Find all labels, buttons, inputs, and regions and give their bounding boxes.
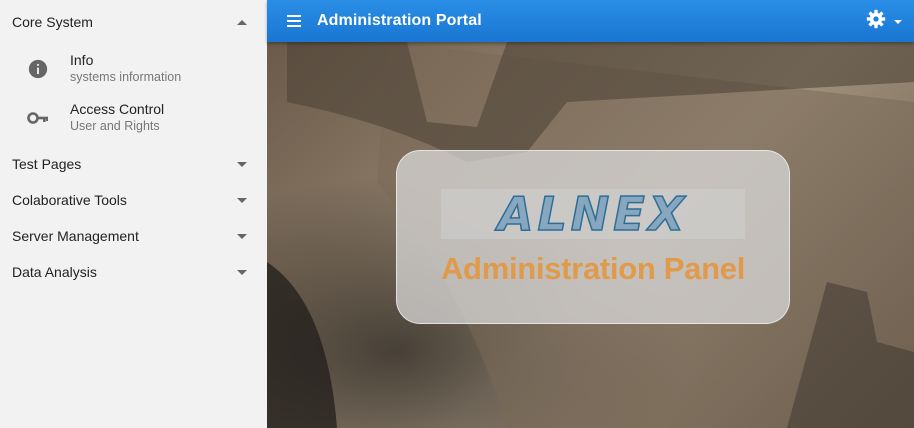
caret-down-icon (237, 269, 247, 275)
page-title: Administration Portal (317, 12, 482, 29)
admin-panel-card: ALNEX Administration Panel (396, 150, 790, 324)
caret-up-icon (237, 19, 247, 25)
caret-down-icon (237, 233, 247, 239)
menu-icon[interactable] (283, 9, 307, 33)
sidebar: Core System Info systems information Acc… (0, 0, 267, 428)
caret-down-icon (237, 197, 247, 203)
panel-title: Administration Panel (440, 251, 746, 286)
sidebar-section-label: Server Management (12, 228, 139, 244)
sidebar-section-data-analysis[interactable]: Data Analysis (0, 254, 267, 290)
caret-down-icon (237, 161, 247, 167)
sidebar-section-core-system[interactable]: Core System (0, 0, 267, 44)
logo: ALNEX (441, 186, 745, 242)
sidebar-item-label: Access Control (70, 101, 165, 117)
sidebar-section-server-management[interactable]: Server Management (0, 218, 267, 254)
info-icon (26, 57, 50, 81)
logo-text: ALNEX (497, 186, 689, 242)
main-content: ALNEX Administration Panel (267, 42, 914, 428)
sidebar-section-test-pages[interactable]: Test Pages (0, 146, 267, 182)
key-icon (26, 106, 50, 130)
sidebar-section-label: Core System (12, 14, 93, 30)
sidebar-section-label: Data Analysis (12, 264, 97, 280)
settings-menu-button[interactable] (866, 9, 902, 34)
sidebar-item-info[interactable]: Info systems information (0, 44, 267, 93)
chevron-down-icon (894, 19, 902, 24)
gear-icon (866, 9, 886, 34)
sidebar-section-label: Test Pages (12, 156, 82, 172)
sidebar-item-subtitle: User and Rights (70, 119, 160, 133)
sidebar-item-label: Info (70, 52, 94, 68)
sidebar-item-subtitle: systems information (70, 70, 182, 84)
sidebar-item-access-control[interactable]: Access Control User and Rights (0, 93, 267, 142)
sidebar-section-colaborative-tools[interactable]: Colaborative Tools (0, 182, 267, 218)
app-header: Administration Portal (267, 0, 914, 42)
sidebar-section-label: Colaborative Tools (12, 192, 127, 208)
